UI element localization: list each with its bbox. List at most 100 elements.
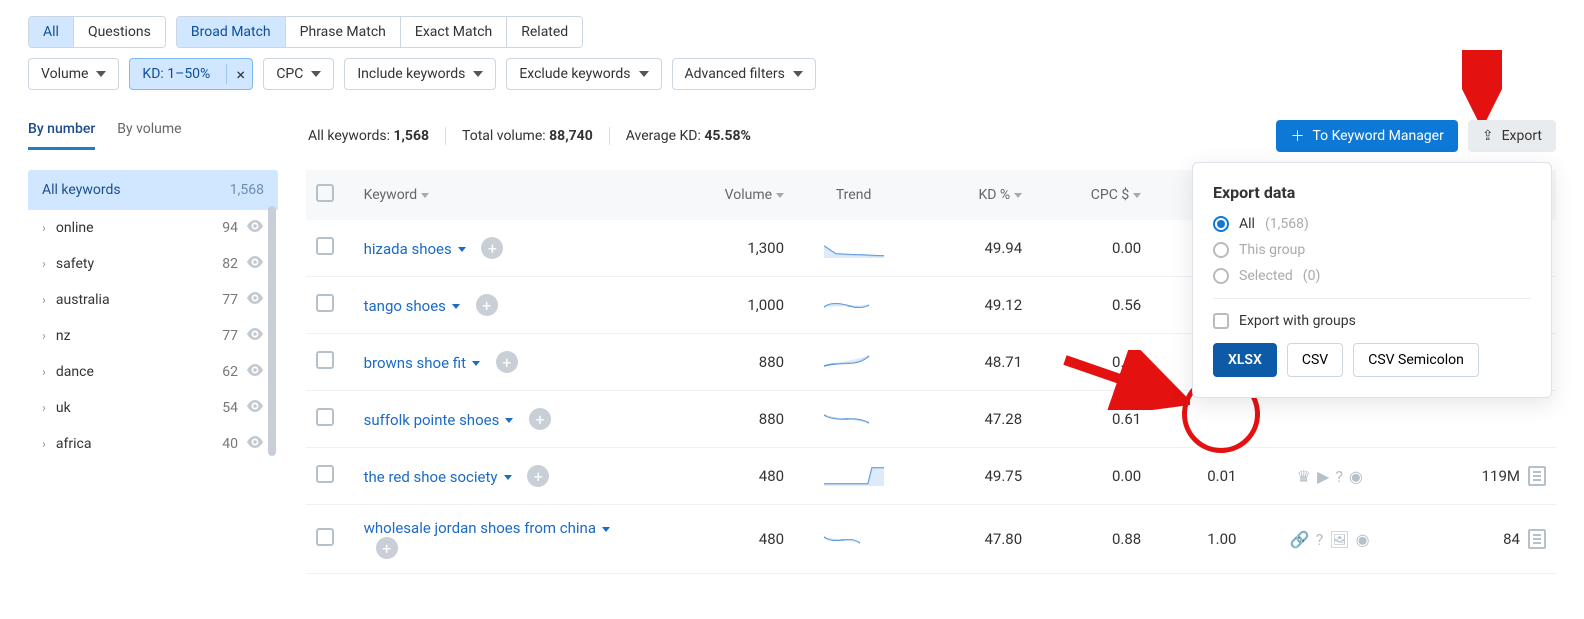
cell-cpc: 0.88 bbox=[1032, 505, 1151, 574]
sort-icon bbox=[776, 187, 784, 203]
sidebar-item[interactable]: › safety 82 bbox=[28, 246, 278, 282]
add-button[interactable]: + bbox=[527, 465, 549, 487]
sidebar-item[interactable]: › dance 62 bbox=[28, 354, 278, 390]
eye-icon[interactable] bbox=[246, 436, 264, 452]
table-row: wholesale jordan shoes from china + 480 … bbox=[306, 505, 1556, 574]
cell-trend bbox=[794, 448, 913, 505]
add-button[interactable]: + bbox=[476, 294, 498, 316]
eye-icon[interactable] bbox=[246, 400, 264, 416]
tab-all[interactable]: All bbox=[29, 17, 74, 47]
col-trend[interactable]: Trend bbox=[836, 187, 872, 203]
select-all-checkbox[interactable] bbox=[316, 184, 334, 202]
export-xlsx-button[interactable]: XLSX bbox=[1213, 343, 1277, 377]
sidebar-item[interactable]: › africa 40 bbox=[28, 426, 278, 462]
filter-cpc[interactable]: CPC bbox=[263, 58, 334, 90]
stats-summary: All keywords: 1,568 Total volume: 88,740… bbox=[308, 127, 751, 145]
sidebar-item-all[interactable]: All keywords 1,568 bbox=[28, 170, 278, 210]
filter-volume[interactable]: Volume bbox=[28, 58, 119, 90]
keyword-link[interactable]: hizada shoes bbox=[364, 240, 466, 258]
close-icon[interactable]: × bbox=[226, 64, 246, 84]
tab-phrase[interactable]: Phrase Match bbox=[286, 17, 401, 47]
sidebar-item[interactable]: › uk 54 bbox=[28, 390, 278, 426]
eye-icon[interactable] bbox=[246, 256, 264, 272]
row-checkbox[interactable] bbox=[316, 465, 334, 483]
col-cpc[interactable]: CPC $ bbox=[1091, 187, 1129, 203]
keyword-link[interactable]: wholesale jordan shoes from china bbox=[364, 519, 610, 537]
cell-volume: 880 bbox=[651, 391, 794, 448]
tab-questions[interactable]: Questions bbox=[74, 17, 165, 47]
q-icon: ? bbox=[1335, 467, 1343, 486]
export-opt-all[interactable]: All (1,568) bbox=[1213, 216, 1531, 232]
export-csv-button[interactable]: CSV bbox=[1287, 343, 1343, 377]
row-checkbox[interactable] bbox=[316, 237, 334, 255]
sort-icon bbox=[421, 187, 429, 203]
col-keyword[interactable]: Keyword bbox=[364, 187, 418, 203]
cell-cpc: 0.00 bbox=[1032, 448, 1151, 505]
chevron-right-icon: › bbox=[42, 221, 46, 236]
serp-features: 🔗?🖼◉ bbox=[1290, 530, 1370, 549]
cell-cpc: 0.49 bbox=[1032, 334, 1151, 391]
sidebar-count: 40 bbox=[222, 436, 238, 452]
tabs-filter-type[interactable]: All Questions bbox=[28, 16, 166, 48]
filter-include-label: Include keywords bbox=[357, 66, 465, 82]
filter-kd-label: KD: 1–50% bbox=[142, 66, 210, 82]
export-csvsemi-button[interactable]: CSV Semicolon bbox=[1353, 343, 1479, 377]
cell-kd: 49.94 bbox=[913, 220, 1032, 277]
cell-cpc: 0.56 bbox=[1032, 277, 1151, 334]
cell-trend bbox=[794, 391, 913, 448]
eye-icon[interactable] bbox=[246, 220, 264, 236]
chevron-down-icon bbox=[602, 527, 610, 532]
tab-exact[interactable]: Exact Match bbox=[401, 17, 507, 47]
sidebar-item[interactable]: › online 94 bbox=[28, 210, 278, 246]
chevron-down-icon bbox=[505, 418, 513, 423]
col-kd[interactable]: KD % bbox=[978, 187, 1010, 203]
tab-related[interactable]: Related bbox=[507, 17, 582, 47]
document-icon[interactable] bbox=[1528, 529, 1546, 549]
filter-exclude[interactable]: Exclude keywords bbox=[506, 58, 661, 90]
keyword-manager-button[interactable]: ＋To Keyword Manager bbox=[1276, 120, 1457, 152]
chevron-right-icon: › bbox=[42, 401, 46, 416]
filter-advanced[interactable]: Advanced filters bbox=[672, 58, 816, 90]
eye-icon[interactable] bbox=[246, 364, 264, 380]
eye-icon[interactable] bbox=[246, 292, 264, 308]
tabs-match-type[interactable]: Broad Match Phrase Match Exact Match Rel… bbox=[176, 16, 583, 48]
sidebar-item[interactable]: › nz 77 bbox=[28, 318, 278, 354]
export-button[interactable]: ⇪Export bbox=[1468, 120, 1556, 152]
chevron-right-icon: › bbox=[42, 257, 46, 272]
chevron-down-icon bbox=[96, 71, 106, 77]
scrollbar[interactable] bbox=[268, 206, 276, 456]
sidebar-item-label: nz bbox=[56, 328, 222, 344]
sidebar-tab-volume[interactable]: By volume bbox=[117, 121, 181, 150]
export-popover: Export data All (1,568) This group Selec… bbox=[1192, 162, 1552, 398]
filter-kd[interactable]: KD: 1–50% × bbox=[129, 58, 253, 90]
keyword-link[interactable]: tango shoes bbox=[364, 297, 460, 315]
serp-features: ♛▶?◉ bbox=[1297, 467, 1363, 486]
keyword-link[interactable]: the red shoe society bbox=[364, 468, 512, 486]
sidebar-count: 94 bbox=[222, 220, 238, 236]
cell-cpc: 0.61 bbox=[1032, 391, 1151, 448]
tab-broad[interactable]: Broad Match bbox=[177, 17, 286, 47]
add-button[interactable]: + bbox=[481, 237, 503, 259]
add-button[interactable]: + bbox=[529, 408, 551, 430]
document-icon[interactable] bbox=[1528, 466, 1546, 486]
carousel-icon: ◉ bbox=[1349, 467, 1363, 486]
sidebar-tab-number[interactable]: By number bbox=[28, 121, 95, 150]
add-button[interactable]: + bbox=[376, 537, 398, 559]
keyword-link[interactable]: browns shoe fit bbox=[364, 354, 480, 372]
export-with-groups[interactable]: Export with groups bbox=[1213, 313, 1531, 329]
export-icon: ⇪ bbox=[1482, 128, 1494, 144]
add-button[interactable]: + bbox=[496, 351, 518, 373]
filter-include[interactable]: Include keywords bbox=[344, 58, 496, 90]
row-checkbox[interactable] bbox=[316, 351, 334, 369]
sidebar-item[interactable]: › australia 77 bbox=[28, 282, 278, 318]
row-checkbox[interactable] bbox=[316, 294, 334, 312]
cell-results: 119M bbox=[1482, 466, 1546, 486]
row-checkbox[interactable] bbox=[316, 408, 334, 426]
image-icon: 🖼 bbox=[1329, 530, 1349, 549]
col-volume[interactable]: Volume bbox=[725, 187, 772, 203]
eye-icon[interactable] bbox=[246, 328, 264, 344]
link-icon: 🔗 bbox=[1290, 530, 1310, 549]
sort-icon bbox=[1133, 187, 1141, 203]
keyword-link[interactable]: suffolk pointe shoes bbox=[364, 411, 514, 429]
row-checkbox[interactable] bbox=[316, 528, 334, 546]
